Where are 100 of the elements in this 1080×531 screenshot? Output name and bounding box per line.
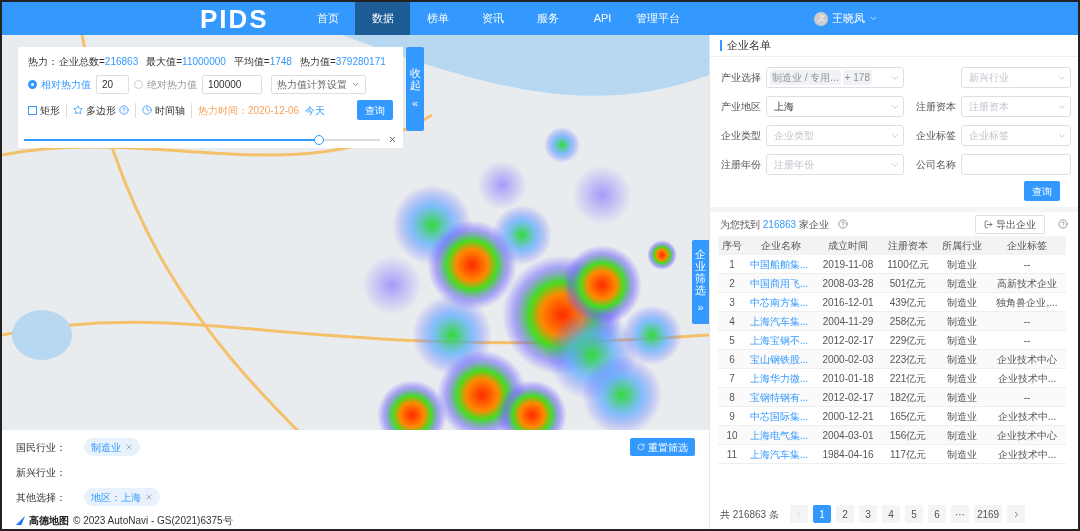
table-cell-text: 2012-02-17: [821, 333, 875, 348]
select-field[interactable]: 制造业 / 专用... + 178: [766, 67, 904, 88]
table-cell-text: 2019-11-08: [821, 257, 875, 272]
company-link[interactable]: 中芯南方集...: [746, 294, 816, 310]
field-label: 产业选择: [720, 71, 761, 85]
help-icon[interactable]: [837, 219, 848, 229]
query-button[interactable]: 查询: [357, 100, 393, 120]
nav-tab[interactable]: API: [575, 2, 630, 35]
clock-icon: [142, 105, 152, 115]
company-link[interactable]: 宝山钢铁股...: [746, 351, 816, 367]
reset-filter-button[interactable]: 重置筛选: [630, 438, 695, 456]
heat-stat: 企业总数=216863: [59, 55, 139, 69]
checkbox[interactable]: [28, 105, 37, 115]
table-cell-text: 8: [728, 390, 736, 405]
company-link[interactable]: 上海华力微...: [746, 370, 816, 386]
nav-tab[interactable]: 榜单: [410, 2, 465, 35]
table-cell-text: 2010-01-18: [821, 371, 875, 386]
table-cell-text: 165亿元: [888, 409, 928, 424]
field-label: 企业类型: [720, 129, 761, 143]
prev-page-button[interactable]: [789, 505, 808, 523]
page-button[interactable]: 4: [881, 505, 900, 523]
heat-spot: [544, 127, 580, 163]
field-label: 产业地区: [720, 100, 761, 114]
refresh-icon: [637, 443, 645, 451]
settings-dropdown[interactable]: 热力值计算设置: [271, 75, 366, 94]
radio-option[interactable]: 绝对热力值: [134, 77, 197, 92]
table-cell-text: 501亿元: [888, 276, 928, 291]
table-cell-text: 156亿元: [888, 428, 928, 443]
page-button[interactable]: 5: [904, 505, 923, 523]
table-cell-text: --: [1022, 390, 1032, 405]
collapse-tab[interactable]: 收起 «: [406, 47, 424, 131]
company-link[interactable]: 上海汽车集...: [746, 446, 816, 462]
table-cell-text: 6: [728, 352, 736, 367]
heat-spot: [477, 160, 527, 210]
table-cell-text: 2004-03-01: [821, 428, 875, 443]
company-link[interactable]: 中国商用飞...: [746, 275, 816, 291]
company-link[interactable]: 中芯国际集...: [746, 408, 816, 424]
filter-tag[interactable]: 地区：上海: [84, 488, 160, 506]
filter-label: 其他选择：: [16, 490, 67, 505]
page-button[interactable]: 1: [812, 505, 831, 523]
table-cell-text: 2008-03-28: [821, 276, 875, 291]
table-cell-text: 制造业: [946, 276, 978, 291]
field-label: 公司名称: [915, 158, 956, 172]
tool-label[interactable]: 多边形: [86, 102, 116, 118]
page-button[interactable]: ···: [950, 505, 969, 523]
table-cell-text: 2000-02-03: [821, 352, 875, 367]
today-link[interactable]: 今天: [305, 102, 326, 118]
page-button[interactable]: 3: [858, 505, 877, 523]
query-button[interactable]: 查询: [1024, 181, 1060, 201]
filter-tag[interactable]: 制造业: [84, 438, 140, 456]
nav-tab[interactable]: 管理平台: [630, 2, 685, 35]
company-link[interactable]: 上海电气集...: [746, 427, 816, 443]
table-cell-text: 企业技术中心: [996, 352, 1058, 367]
nav-tab[interactable]: 首页: [300, 2, 355, 35]
help-icon[interactable]: [119, 105, 129, 115]
table-cell-text: 223亿元: [888, 352, 928, 367]
heat-time: 热力时间：2020-12-06: [198, 103, 300, 118]
value-input[interactable]: 20: [96, 75, 129, 94]
value-input[interactable]: 100000: [202, 75, 262, 94]
table-cell-text: 制造业: [946, 333, 978, 348]
table-cell-text: 1984-04-16: [821, 447, 875, 462]
nav-tab[interactable]: 资讯: [465, 2, 520, 35]
user-name[interactable]: 王晓凤: [832, 10, 865, 27]
company-link[interactable]: 中国船舶集...: [746, 256, 816, 272]
nav-tab[interactable]: 服务: [520, 2, 575, 35]
company-link[interactable]: 上海汽车集...: [746, 313, 816, 329]
page-button[interactable]: 6: [927, 505, 946, 523]
table-cell-text: 制造业: [946, 295, 978, 310]
table-cell-text: 2004-11-29: [821, 314, 875, 329]
table-cell-text: --: [1022, 333, 1032, 348]
table-cell-text: 2000-12-21: [821, 409, 875, 424]
page-button[interactable]: 2169: [973, 505, 1003, 523]
column-header: 注册资本: [887, 239, 929, 253]
slider-thumb[interactable]: [314, 134, 325, 145]
tool-label[interactable]: 时间轴: [155, 102, 185, 118]
tool-label[interactable]: 矩形: [40, 102, 60, 118]
page-button[interactable]: 2: [835, 505, 854, 523]
table-cell-text: 4: [728, 314, 736, 329]
close-icon[interactable]: [388, 135, 397, 144]
table-cell-text: 制造业: [946, 314, 978, 329]
total-count: 共 216863 条: [720, 507, 779, 522]
select-value: 上海: [773, 100, 795, 114]
next-page-button[interactable]: [1007, 505, 1026, 523]
chevron-down-icon: [351, 80, 360, 89]
company-name-input[interactable]: [961, 154, 1071, 175]
filter-tab[interactable]: 企业筛选 »: [692, 240, 709, 324]
company-link[interactable]: 上海宝钢不...: [746, 332, 816, 348]
chevron-down-icon: [869, 14, 878, 23]
company-link[interactable]: 宝钢特钢有...: [746, 389, 816, 405]
select-field[interactable]: 上海: [766, 96, 904, 117]
radio-option[interactable]: 相对热力值: [28, 77, 91, 92]
help-icon[interactable]: [1058, 219, 1068, 229]
table-cell-text: 2016-12-01: [821, 295, 875, 310]
table-cell-text: 258亿元: [888, 314, 928, 329]
table-cell-text: 制造业: [946, 371, 978, 386]
export-button[interactable]: 导出企业: [975, 214, 1045, 234]
table-cell-text: 高新技术企业: [996, 276, 1058, 291]
nav-tab[interactable]: 数据: [355, 2, 410, 35]
logo[interactable]: PIDS: [200, 5, 270, 32]
field-label: 注册资本: [915, 100, 956, 114]
